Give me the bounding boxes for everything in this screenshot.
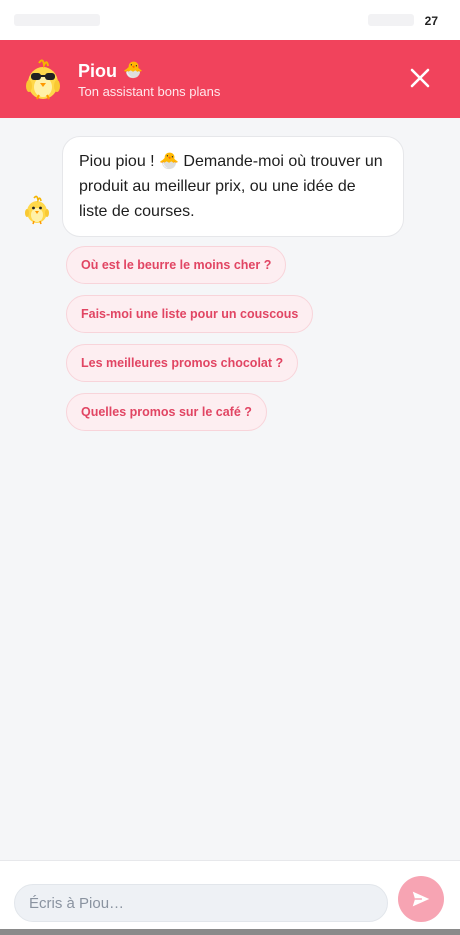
- status-bar: 27: [0, 0, 460, 40]
- page-title: Piou: [78, 61, 117, 81]
- message-input[interactable]: [14, 884, 388, 922]
- suggestion-chip[interactable]: Où est le beurre le moins cher ?: [66, 246, 287, 284]
- chat-header: Piou 🐣 Ton assistant bons plans: [0, 40, 460, 118]
- hatching-chick-icon: 🐣: [123, 62, 143, 79]
- suggestion-chip[interactable]: Fais-moi une liste pour un couscous: [66, 295, 314, 333]
- system-navigation-bar: [0, 929, 460, 935]
- status-time: 27: [424, 14, 438, 28]
- chick-icon: [22, 192, 52, 226]
- close-icon: [410, 68, 430, 88]
- suggestion-chip[interactable]: Quelles promos sur le café ?: [66, 393, 267, 431]
- status-bar-right-icons: [368, 14, 414, 26]
- suggestion-chips: Où est le beurre le moins cher ? Fais-mo…: [66, 246, 406, 442]
- suggestion-chip[interactable]: Les meilleures promos chocolat ?: [66, 344, 299, 382]
- send-icon: [412, 891, 430, 907]
- chick-sunglasses-icon: [20, 56, 66, 102]
- chat-area: Piou piou ! 🐣 Demande-moi où trouver un …: [0, 118, 460, 860]
- screen: 27 Piou 🐣 Ton assistant bons plans Piou …: [0, 0, 460, 935]
- header-subtitle: Ton assistant bons plans: [78, 84, 221, 99]
- header-title-wrap: Piou 🐣: [78, 60, 143, 82]
- bot-message-bubble: Piou piou ! 🐣 Demande-moi où trouver un …: [62, 136, 404, 237]
- message-composer: [0, 860, 460, 930]
- close-button[interactable]: [406, 64, 434, 92]
- status-bar-left-icons: [14, 14, 100, 26]
- send-button[interactable]: [398, 876, 444, 922]
